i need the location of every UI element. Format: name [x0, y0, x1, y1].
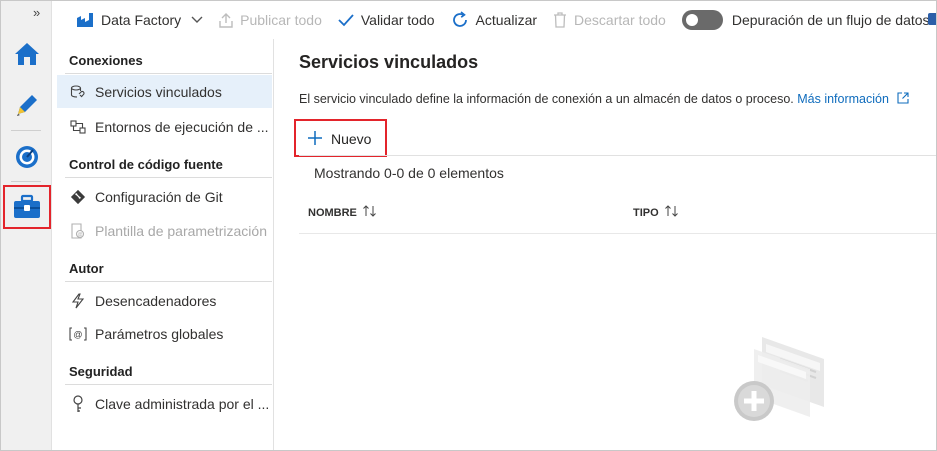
nav-item-label: Entornos de ejecución de ... — [95, 118, 269, 135]
publish-all-button[interactable]: Publicar todo — [219, 12, 322, 28]
svg-text:@: @ — [73, 329, 82, 339]
overflow-icon[interactable] — [928, 13, 936, 25]
integration-runtime-icon — [69, 119, 87, 134]
discard-all-button[interactable]: Descartar todo — [553, 12, 666, 28]
page-title: Servicios vinculados — [299, 52, 479, 72]
rail-divider — [11, 181, 41, 182]
validate-all-label: Validar todo — [360, 12, 435, 28]
column-header-name[interactable]: NOMBRE — [308, 205, 377, 220]
section-divider — [65, 177, 272, 178]
nav-item-linked-services[interactable]: Servicios vinculados — [57, 75, 272, 108]
key-icon — [69, 394, 87, 413]
lightning-icon — [69, 292, 87, 309]
global-parameters-icon: @ — [69, 326, 87, 341]
toolbar-divider — [299, 155, 936, 156]
section-author: Autor — [69, 261, 104, 276]
checkmark-icon — [338, 13, 354, 27]
section-divider — [65, 73, 272, 74]
home-button[interactable] — [1, 32, 52, 76]
empty-state-illustration — [734, 337, 824, 421]
refresh-button[interactable]: Actualizar — [451, 11, 537, 29]
linked-services-panel: Servicios vinculados El servicio vincula… — [274, 39, 936, 450]
section-connections: Conexiones — [69, 53, 143, 68]
git-icon — [69, 189, 87, 205]
svg-text:@: @ — [77, 232, 82, 238]
debug-toggle[interactable] — [681, 10, 723, 30]
left-rail: » — [1, 1, 52, 450]
nav-item-label: Parámetros globales — [95, 325, 224, 342]
refresh-label: Actualizar — [475, 12, 538, 28]
nav-item-label: Plantilla de parametrización — [95, 222, 267, 239]
refresh-icon — [451, 11, 469, 29]
nav-item-git-configuration[interactable]: Configuración de Git — [52, 180, 272, 213]
manage-highlight — [3, 185, 51, 229]
data-flow-debug: Depuración de un flujo de datos — [681, 10, 930, 30]
sort-icon — [363, 205, 377, 220]
top-toolbar: Data Factory Publicar todo Validar todo — [52, 1, 936, 39]
factory-selector[interactable]: Data Factory — [76, 12, 203, 28]
factory-icon — [76, 12, 94, 28]
description-text: El servicio vinculado define la informac… — [299, 92, 794, 106]
more-info-label: Más información — [797, 92, 889, 106]
pencil-icon — [16, 95, 37, 116]
expand-rail-button[interactable]: » — [33, 5, 40, 20]
author-button[interactable] — [1, 83, 52, 127]
item-count: Mostrando 0-0 de 0 elementos — [314, 165, 504, 181]
trash-icon — [553, 12, 567, 28]
nav-item-label: Desencadenadores — [95, 292, 217, 309]
monitor-button[interactable] — [1, 135, 52, 179]
manage-nav: Conexiones Servicios vinculados Entornos… — [52, 39, 274, 450]
upload-icon — [219, 12, 233, 28]
new-button-highlight — [294, 119, 387, 157]
nav-item-label: Servicios vinculados — [95, 83, 222, 100]
debug-label: Depuración de un flujo de datos — [731, 12, 930, 28]
section-security: Seguridad — [69, 364, 133, 379]
chevron-down-icon — [191, 13, 203, 27]
nav-item-customer-managed-key[interactable]: Clave administrada por el ... — [52, 387, 272, 420]
discard-all-label: Descartar todo — [574, 12, 666, 28]
more-info-link[interactable]: Más información — [797, 92, 909, 106]
header-divider — [299, 233, 936, 234]
column-header-label: NOMBRE — [308, 206, 357, 219]
validate-all-button[interactable]: Validar todo — [338, 12, 435, 28]
nav-item-triggers[interactable]: Desencadenadores — [52, 284, 272, 317]
home-icon — [14, 43, 39, 65]
column-header-label: TIPO — [633, 206, 659, 219]
nav-item-global-parameters[interactable]: @ Parámetros globales — [52, 317, 272, 350]
template-icon: @ — [69, 222, 87, 239]
page-description: El servicio vinculado define la informac… — [299, 92, 909, 106]
nav-item-integration-runtimes[interactable]: Entornos de ejecución de ... — [52, 110, 272, 143]
rail-divider — [11, 130, 41, 131]
section-source-control: Control de código fuente — [69, 157, 223, 172]
section-divider — [65, 384, 272, 385]
app-window: » Data Factory Publicar todo Validar tod… — [0, 0, 937, 451]
section-divider — [65, 281, 272, 282]
external-link-icon — [897, 92, 909, 104]
sort-icon — [664, 205, 679, 220]
publish-all-label: Publicar todo — [240, 12, 322, 28]
nav-item-parameterization-template[interactable]: @ Plantilla de parametrización — [52, 214, 272, 247]
gauge-icon — [15, 146, 38, 168]
linked-service-icon — [69, 84, 87, 100]
column-header-type[interactable]: TIPO — [633, 205, 679, 220]
factory-label: Data Factory — [101, 12, 182, 28]
nav-item-label: Clave administrada por el ... — [95, 395, 270, 412]
nav-item-label: Configuración de Git — [95, 188, 223, 205]
